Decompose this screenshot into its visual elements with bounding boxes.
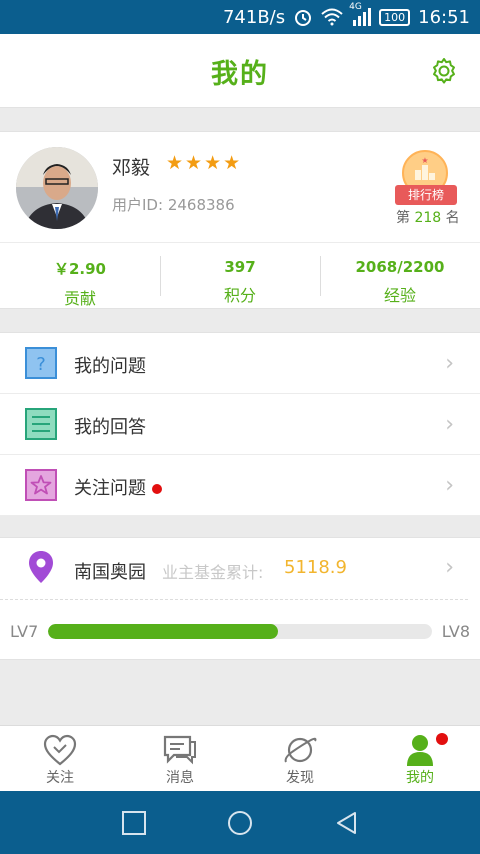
community-card: 南国奥园 业主基金累计: 5118.9 › LV7 LV8	[0, 537, 480, 660]
back-icon[interactable]	[334, 810, 360, 836]
alarm-icon	[293, 7, 313, 27]
battery-icon: 100	[379, 8, 411, 26]
menu-item-my-answers[interactable]: 我的回答 ›	[0, 394, 480, 455]
location-pin-icon	[29, 551, 53, 583]
menu-item-label: 我的回答	[74, 417, 146, 438]
stat-value: ￥2.90	[53, 260, 106, 278]
bottom-tab-bar: 关注 消息 发现 我的	[0, 725, 480, 791]
user-name: 邓毅	[112, 157, 151, 179]
chevron-right-icon: ›	[445, 412, 454, 437]
stat-label: 经验	[383, 286, 416, 305]
menu-item-my-questions[interactable]: ? 我的问题 ›	[0, 333, 480, 394]
menu-item-text: 关注问题	[74, 478, 146, 499]
wifi-icon	[321, 8, 343, 26]
status-bar: 741B/s 4G 100 16:51	[0, 0, 480, 34]
rank-text: 第 218 名	[396, 207, 460, 227]
rank-ribbon: 排行榜	[395, 185, 457, 205]
network-speed: 741B/s	[222, 6, 286, 28]
community-row[interactable]: 南国奥园 业主基金累计: 5118.9 ›	[0, 538, 468, 600]
user-id: 用户ID: 2468386	[112, 194, 235, 215]
user-id-value: 2468386	[167, 196, 235, 214]
notification-dot	[436, 733, 448, 745]
question-icon: ?	[25, 347, 57, 379]
stat-points[interactable]: 397 积分	[160, 243, 320, 308]
clock: 16:51	[418, 6, 470, 28]
menu-item-followed-questions[interactable]: 关注问题 ›	[0, 455, 480, 516]
chevron-right-icon: ›	[445, 555, 454, 580]
tab-label: 关注	[46, 770, 74, 786]
profile-card[interactable]: 邓毅 ★★★★ 用户ID: 2468386 ★ 排行榜 第 218 名	[0, 131, 480, 243]
system-nav-bar	[0, 791, 480, 854]
message-icon	[163, 735, 196, 765]
recent-apps-icon[interactable]	[121, 810, 147, 836]
stat-label: 贡献	[63, 289, 96, 308]
level-progress-fill	[48, 624, 279, 639]
tab-label: 消息	[166, 770, 194, 786]
signal-icon: 4G	[349, 2, 372, 26]
menu-list: ? 我的问题 › 我的回答 › 关注问题 ›	[0, 332, 480, 516]
tab-mine[interactable]: 我的	[360, 726, 480, 791]
level-current: LV7	[10, 622, 39, 641]
tab-label: 我的	[406, 770, 434, 786]
page-title: 我的	[211, 59, 269, 90]
chevron-right-icon: ›	[445, 351, 454, 376]
fund-label: 业主基金累计:	[162, 563, 264, 582]
heart-icon	[43, 734, 77, 766]
stats-row: ￥2.90 贡献 397 积分 2068/2200 经验	[0, 243, 480, 309]
planet-icon	[284, 737, 317, 763]
menu-item-label: 关注问题	[74, 474, 162, 500]
rank-number: 218	[414, 210, 442, 226]
svg-text:?: ?	[36, 354, 46, 375]
user-id-label: 用户ID:	[112, 196, 164, 214]
network-type: 4G	[349, 2, 362, 12]
level-next: LV8	[441, 622, 470, 641]
svg-text:★: ★	[421, 156, 428, 165]
avatar[interactable]	[16, 147, 98, 229]
user-rating-stars: ★★★★	[166, 152, 243, 174]
star-box-icon	[25, 469, 57, 501]
level-progress-bar	[48, 624, 432, 639]
battery-level: 100	[379, 8, 411, 26]
tab-messages[interactable]: 消息	[120, 726, 240, 791]
stat-value: 397	[224, 258, 256, 276]
chevron-right-icon: ›	[445, 473, 454, 498]
home-icon[interactable]	[227, 810, 253, 836]
stat-experience[interactable]: 2068/2200 经验	[320, 243, 480, 308]
tab-follow[interactable]: 关注	[0, 726, 120, 791]
header: 我的	[0, 34, 480, 108]
rank-prefix: 第	[396, 210, 410, 226]
person-icon	[407, 735, 433, 766]
stat-value: 2068/2200	[355, 258, 445, 276]
rank-suffix: 名	[445, 210, 460, 226]
community-name: 南国奥园	[74, 562, 146, 583]
tab-discover[interactable]: 发现	[240, 726, 360, 791]
fund-value: 5118.9	[284, 557, 347, 578]
tab-label: 发现	[286, 770, 314, 786]
stat-label: 积分	[223, 286, 256, 305]
notification-dot	[152, 484, 162, 494]
gear-icon[interactable]	[430, 57, 458, 85]
rank-badge[interactable]: ★ 排行榜 第 218 名	[392, 150, 460, 226]
answer-list-icon	[25, 408, 57, 440]
menu-item-label: 我的问题	[74, 356, 146, 377]
stat-contribution[interactable]: ￥2.90 贡献	[0, 243, 160, 308]
